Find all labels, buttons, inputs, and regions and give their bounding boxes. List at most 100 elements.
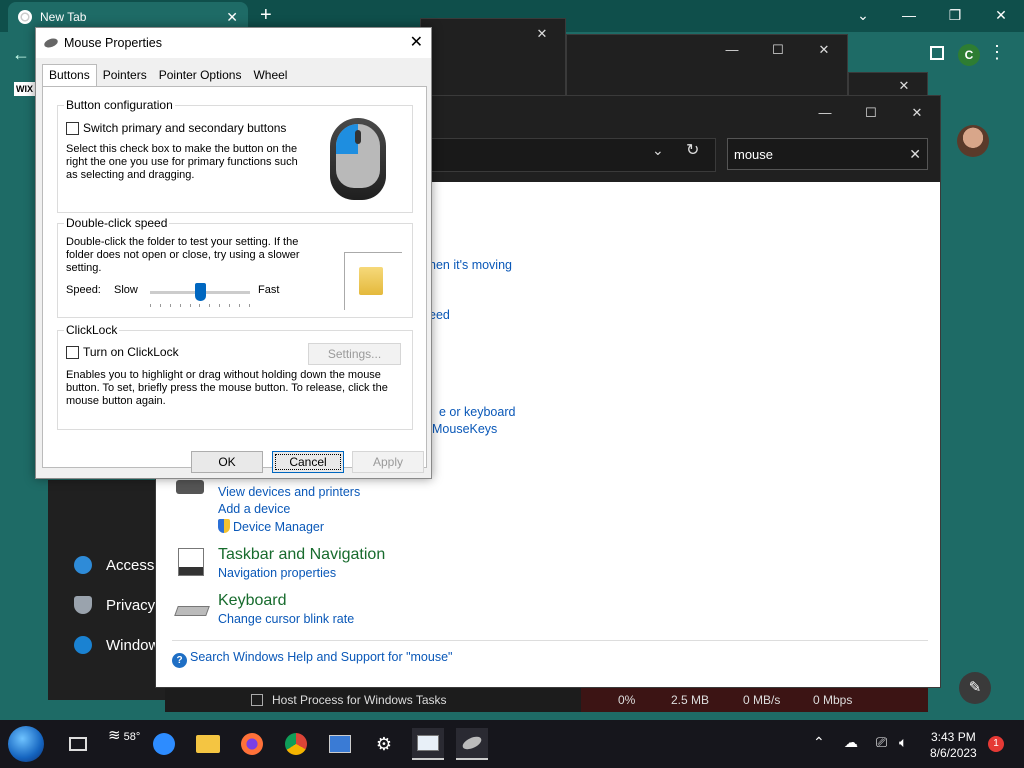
minimize-icon[interactable]: — <box>802 98 848 128</box>
tab-wheel[interactable]: Wheel <box>247 66 293 86</box>
weather-widget[interactable]: ≋ 58° <box>108 726 140 744</box>
mouse-illustration <box>330 118 386 200</box>
side-panel-icon[interactable] <box>930 46 944 60</box>
refresh-icon[interactable]: ↻ <box>686 140 699 160</box>
link-pointer-moving[interactable]: hen it's moving <box>429 258 512 272</box>
close-icon[interactable]: ✕ <box>894 98 940 128</box>
group-label: ClickLock <box>64 323 120 337</box>
tab-close-icon[interactable]: ✕ <box>226 9 238 26</box>
onedrive-off-icon[interactable]: ☁ <box>844 734 858 751</box>
printer-icon <box>176 480 204 494</box>
chrome-icon[interactable] <box>280 728 312 760</box>
chrome-close-button[interactable]: ✕ <box>978 0 1024 32</box>
uac-shield-icon <box>218 519 230 533</box>
settings-item-privacy[interactable]: Privacy <box>74 596 155 614</box>
chrome-tab-title: New Tab <box>40 10 87 24</box>
edit-pencil-icon[interactable]: ✎ <box>959 672 991 704</box>
close-icon[interactable]: ✕ <box>801 35 847 65</box>
task-manager-icon[interactable] <box>412 728 444 760</box>
back-arrow-icon[interactable]: ← <box>12 44 30 65</box>
divider <box>172 640 928 641</box>
link-help-search[interactable]: ? Search Windows Help and Support for "mo… <box>172 650 452 668</box>
heading-keyboard[interactable]: Keyboard <box>218 592 287 610</box>
mouse-properties-dialog: Mouse Properties ✕ Buttons Pointers Poin… <box>35 27 432 479</box>
shield-icon <box>74 596 92 614</box>
new-tab-button[interactable]: + <box>260 4 272 27</box>
taskbar-navigation-icon <box>178 548 204 576</box>
process-memory: 2.5 MB <box>671 693 710 707</box>
chrome-tab-search-icon[interactable]: ⌄ <box>840 0 886 32</box>
tab-pointers[interactable]: Pointers <box>97 66 153 86</box>
checkbox[interactable] <box>66 345 79 359</box>
volume-icon[interactable]: 🔈︎ <box>899 734 907 751</box>
test-folder[interactable] <box>344 252 402 310</box>
process-cpu: 0% <box>618 693 636 707</box>
mouse-properties-icon[interactable] <box>456 728 488 760</box>
clock-date: 8/6/2023 <box>930 746 977 760</box>
speed-slider-thumb[interactable] <box>195 283 206 301</box>
fast-label: Fast <box>258 284 280 296</box>
clock-time: 3:43 PM <box>931 730 976 744</box>
zoom-app-icon[interactable] <box>148 728 180 760</box>
notification-badge[interactable]: 1 <box>988 736 1004 752</box>
tab-buttons[interactable]: Buttons <box>42 64 97 86</box>
clear-search-icon[interactable]: ✕ <box>909 146 921 163</box>
file-explorer-icon[interactable] <box>192 728 224 760</box>
clicklock-settings-button[interactable]: Settings... <box>308 343 401 365</box>
cancel-button[interactable]: Cancel <box>272 451 344 473</box>
group-label: Double-click speed <box>64 216 170 230</box>
link-pointer-speed[interactable]: eed <box>429 308 450 322</box>
dialog-title: Mouse Properties <box>64 36 162 50</box>
process-network: 0 Mbps <box>813 693 853 707</box>
group-label: Button configuration <box>64 98 175 112</box>
process-name: Host Process for Windows Tasks <box>272 693 447 707</box>
heading-taskbar-navigation[interactable]: Taskbar and Navigation <box>218 546 385 564</box>
settings-item-windows-update[interactable]: Window <box>74 636 159 654</box>
link-mousekeys[interactable]: MouseKeys <box>432 422 497 436</box>
minimize-icon[interactable]: — <box>709 35 755 65</box>
control-panel-icon[interactable] <box>324 728 356 760</box>
user-avatar[interactable] <box>957 125 989 157</box>
button-config-description: Select this check box to make the button… <box>66 143 298 181</box>
profile-avatar[interactable]: C <box>958 44 980 66</box>
update-icon <box>74 636 92 654</box>
tab-pointer-options[interactable]: Pointer Options <box>153 66 248 86</box>
firefox-icon[interactable] <box>236 728 268 760</box>
accessibility-icon <box>74 556 92 574</box>
chrome-restore-button[interactable]: ❐ <box>932 0 978 32</box>
settings-gear-icon[interactable]: ⚙ <box>368 728 400 760</box>
maximize-icon[interactable]: ☐ <box>755 35 801 65</box>
clicklock-checkbox[interactable]: Turn on ClickLock <box>66 345 179 359</box>
bookmark-wix[interactable]: WIX <box>14 82 35 96</box>
task-view-icon[interactable] <box>62 728 94 760</box>
task-manager-row[interactable]: Host Process for Windows Tasks 0% 2.5 MB… <box>165 688 928 712</box>
chevron-down-icon[interactable]: ⌄ <box>652 142 664 159</box>
link-device-manager[interactable]: Device Manager <box>218 519 324 534</box>
start-button[interactable] <box>8 726 44 762</box>
speed-label: Speed: <box>66 284 101 296</box>
link-navigation-properties[interactable]: Navigation properties <box>218 566 336 580</box>
switch-buttons-checkbox[interactable]: Switch primary and secondary buttons <box>66 121 286 135</box>
network-icon[interactable]: ⎚ <box>876 734 887 751</box>
ok-button[interactable]: OK <box>191 451 263 473</box>
search-input[interactable]: mouse ✕ <box>727 138 928 170</box>
process-disk: 0 MB/s <box>743 693 781 707</box>
apply-button[interactable]: Apply <box>352 451 424 473</box>
dialog-close-icon[interactable]: ✕ <box>410 32 423 52</box>
checkbox[interactable] <box>66 121 79 135</box>
group-button-configuration: Button configuration Switch primary and … <box>57 98 413 213</box>
maximize-icon[interactable]: ☐ <box>848 98 894 128</box>
link-keyboard[interactable]: e or keyboard <box>439 405 515 419</box>
chrome-minimize-button[interactable]: — <box>886 0 932 32</box>
settings-item-accessibility[interactable]: Accessi <box>74 556 158 574</box>
link-add-device[interactable]: Add a device <box>218 502 290 516</box>
chevron-up-icon[interactable]: ⌃ <box>813 734 825 751</box>
kebab-menu-icon[interactable]: ⋮ <box>988 42 1006 63</box>
link-view-devices[interactable]: View devices and printers <box>218 485 360 499</box>
link-cursor-blink-rate[interactable]: Change cursor blink rate <box>218 612 354 626</box>
clicklock-description: Enables you to highlight or drag without… <box>66 369 388 407</box>
double-click-description: Double-click the folder to test your set… <box>66 236 300 274</box>
close-icon[interactable]: ✕ <box>519 19 565 49</box>
taskbar-clock[interactable]: 3:43 PM 8/6/2023 <box>930 729 977 761</box>
taskbar: ≋ 58° ⚙ ⌃ ☁ ⎚ 🔈︎ 3:43 PM 8/6/2023 1 <box>0 720 1024 768</box>
